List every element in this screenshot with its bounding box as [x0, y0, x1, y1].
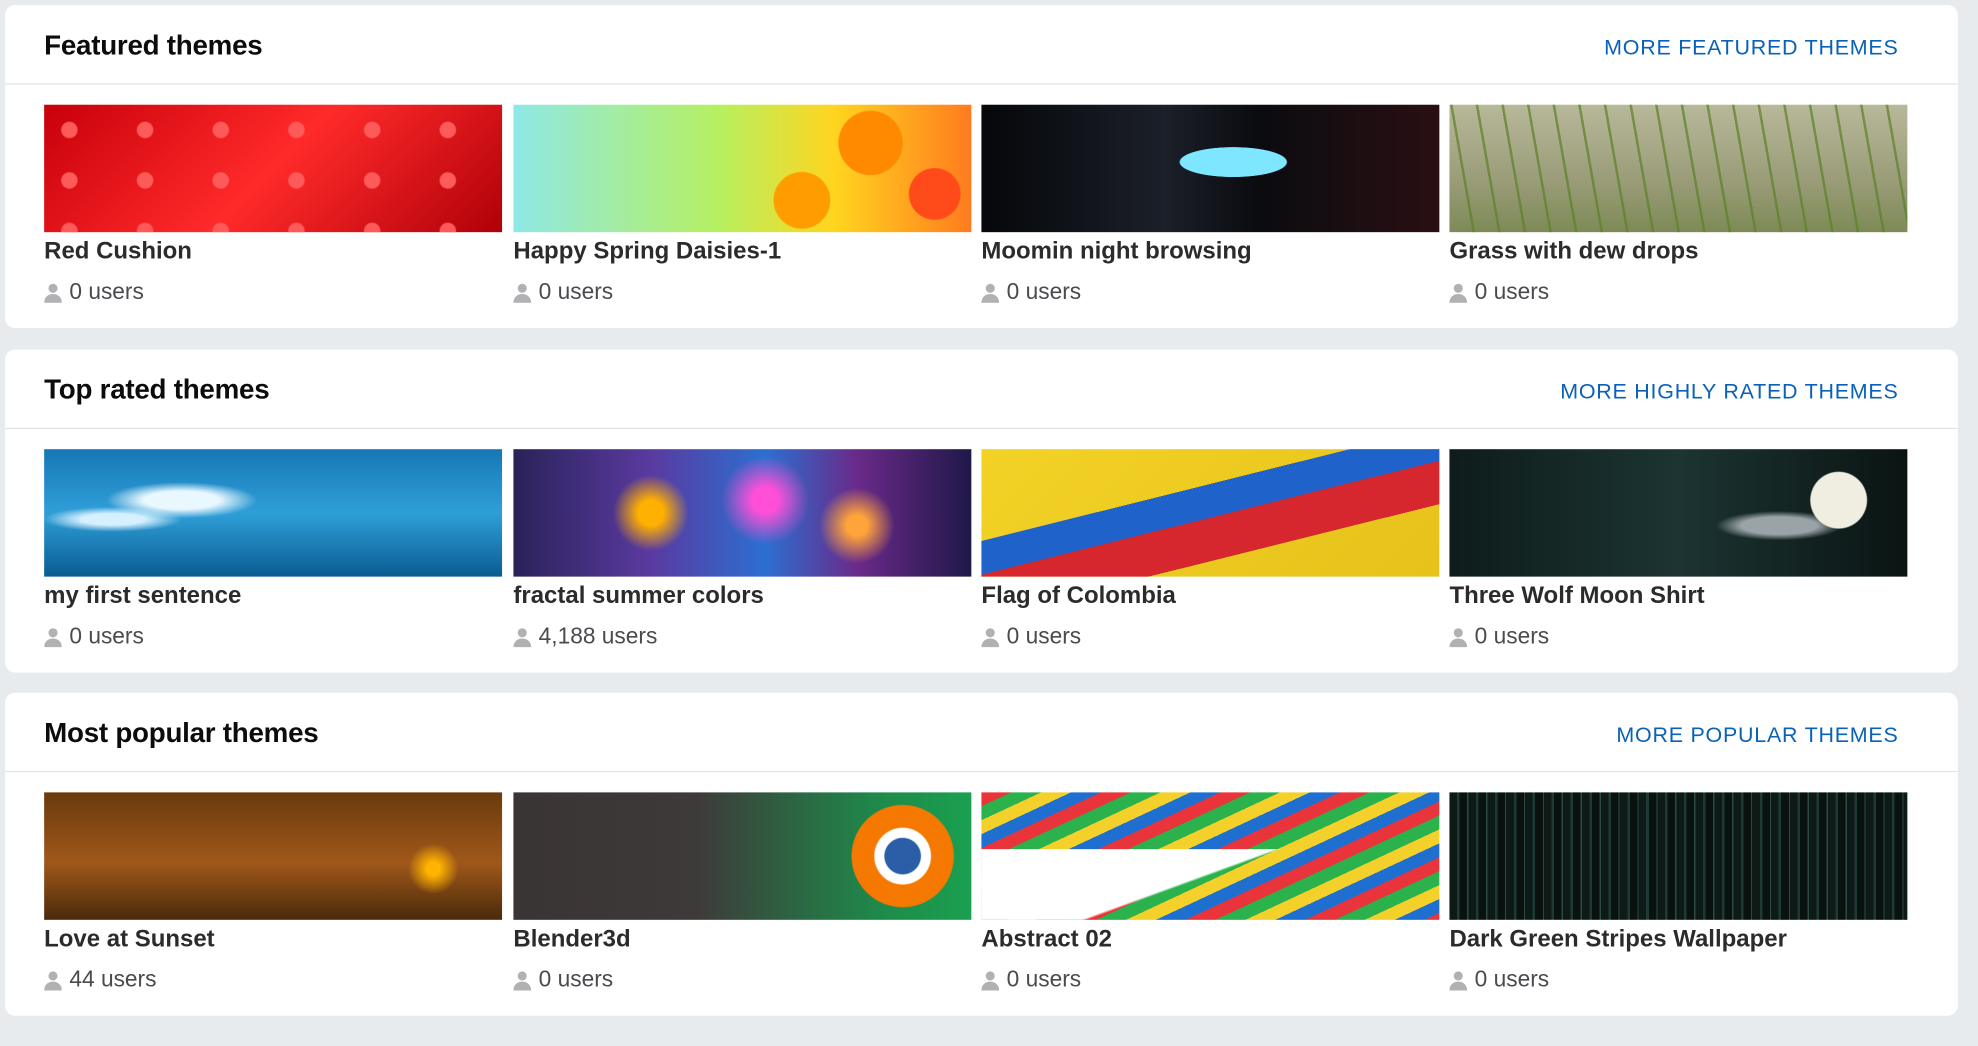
user-count-text: 0 users	[69, 623, 144, 649]
theme-card[interactable]: Three Wolf Moon Shirt 0 users	[1449, 449, 1908, 650]
theme-name[interactable]: Love at Sunset	[44, 926, 502, 954]
section-title: Most popular themes	[44, 716, 319, 749]
theme-preview-image[interactable]	[1449, 104, 1908, 233]
theme-card[interactable]: Grass with dew drops 0 users	[1449, 104, 1908, 306]
theme-user-count: 4,188 users	[513, 623, 971, 649]
section-header: Top rated themes MORE HIGHLY RATED THEME…	[5, 350, 1958, 429]
theme-name[interactable]: Flag of Colombia	[981, 583, 1439, 611]
user-count-text: 0 users	[1474, 623, 1550, 649]
theme-preview-image[interactable]	[1449, 792, 1908, 920]
user-count-text: 0 users	[1474, 966, 1550, 992]
section-title: Top rated themes	[44, 373, 270, 406]
theme-preview-image[interactable]	[44, 792, 503, 920]
user-icon	[513, 627, 532, 647]
user-count-text: 0 users	[1006, 966, 1082, 992]
theme-name[interactable]: Red Cushion	[44, 238, 502, 266]
theme-card[interactable]: Blender3d 0 users	[513, 792, 972, 993]
theme-name[interactable]: Happy Spring Daisies-1	[513, 238, 971, 266]
theme-card[interactable]: Red Cushion 0 users	[44, 104, 503, 306]
theme-user-count: 0 users	[981, 967, 1439, 993]
user-icon	[44, 627, 62, 647]
user-icon	[1449, 283, 1468, 303]
theme-preview-image[interactable]	[513, 449, 972, 577]
theme-card[interactable]: Dark Green Stripes Wallpaper 0 users	[1449, 792, 1908, 993]
user-icon	[981, 283, 1000, 303]
theme-name[interactable]: Moomin night browsing	[981, 238, 1439, 266]
theme-preview-image[interactable]	[44, 449, 503, 577]
user-count-text: 0 users	[1006, 623, 1082, 649]
user-icon	[44, 283, 62, 303]
theme-user-count: 0 users	[1449, 623, 1907, 649]
user-count-text: 0 users	[1474, 278, 1550, 305]
more-highly-rated-themes-link[interactable]: MORE HIGHLY RATED THEMES	[1560, 380, 1898, 405]
theme-card[interactable]: Abstract 02 0 users	[981, 792, 1440, 993]
theme-user-count: 0 users	[981, 279, 1439, 305]
user-count-text: 0 users	[538, 966, 614, 992]
user-icon	[513, 283, 532, 303]
theme-preview-image[interactable]	[981, 104, 1440, 233]
theme-name[interactable]: Three Wolf Moon Shirt	[1449, 583, 1907, 611]
theme-card[interactable]: Moomin night browsing 0 users	[981, 104, 1440, 306]
theme-preview-image[interactable]	[981, 792, 1440, 920]
theme-preview-image[interactable]	[513, 104, 972, 233]
top-rated-themes-section: Top rated themes MORE HIGHLY RATED THEME…	[5, 349, 1958, 673]
theme-name[interactable]: Dark Green Stripes Wallpaper	[1449, 926, 1907, 954]
theme-user-count: 0 users	[44, 623, 502, 649]
theme-name[interactable]: Abstract 02	[981, 926, 1439, 954]
user-count-text: 4,188 users	[538, 623, 658, 649]
user-icon	[44, 970, 62, 990]
theme-name[interactable]: my first sentence	[44, 583, 502, 611]
user-count-text: 0 users	[1006, 278, 1082, 305]
theme-user-count: 0 users	[513, 279, 971, 305]
theme-card[interactable]: Flag of Colombia 0 users	[981, 449, 1440, 650]
theme-user-count: 0 users	[513, 967, 971, 993]
user-count-text: 0 users	[538, 278, 614, 305]
theme-user-count: 0 users	[44, 279, 502, 305]
theme-preview-image[interactable]	[1449, 449, 1908, 577]
section-title: Featured themes	[44, 29, 263, 61]
user-count-text: 44 users	[69, 966, 157, 992]
theme-card[interactable]: my first sentence 0 users	[44, 449, 503, 650]
theme-user-count: 44 users	[44, 967, 502, 993]
more-popular-themes-link[interactable]: MORE POPULAR THEMES	[1616, 723, 1898, 748]
theme-card[interactable]: fractal summer colors 4,188 users	[513, 449, 972, 650]
theme-name[interactable]: fractal summer colors	[513, 583, 971, 611]
theme-user-count: 0 users	[1449, 967, 1907, 993]
user-icon	[1449, 970, 1468, 990]
theme-preview-image[interactable]	[44, 104, 503, 233]
theme-card[interactable]: Happy Spring Daisies-1 0 users	[513, 104, 972, 306]
section-header: Featured themes MORE FEATURED THEMES	[5, 5, 1958, 85]
most-popular-themes-section: Most popular themes MORE POPULAR THEMES …	[5, 692, 1958, 1016]
theme-user-count: 0 users	[981, 623, 1439, 649]
user-icon	[981, 627, 1000, 647]
theme-user-count: 0 users	[1449, 279, 1907, 305]
user-icon	[1449, 627, 1468, 647]
section-header: Most popular themes MORE POPULAR THEMES	[5, 693, 1958, 773]
theme-name[interactable]: Blender3d	[513, 926, 971, 954]
theme-name[interactable]: Grass with dew drops	[1449, 238, 1907, 266]
theme-preview-image[interactable]	[981, 449, 1440, 577]
theme-card[interactable]: Love at Sunset 44 users	[44, 792, 503, 993]
theme-preview-image[interactable]	[513, 792, 972, 920]
user-icon	[513, 970, 532, 990]
user-icon	[981, 970, 1000, 990]
more-featured-themes-link[interactable]: MORE FEATURED THEMES	[1604, 35, 1898, 60]
user-count-text: 0 users	[69, 278, 144, 305]
featured-themes-section: Featured themes MORE FEATURED THEMES Red…	[5, 5, 1958, 329]
